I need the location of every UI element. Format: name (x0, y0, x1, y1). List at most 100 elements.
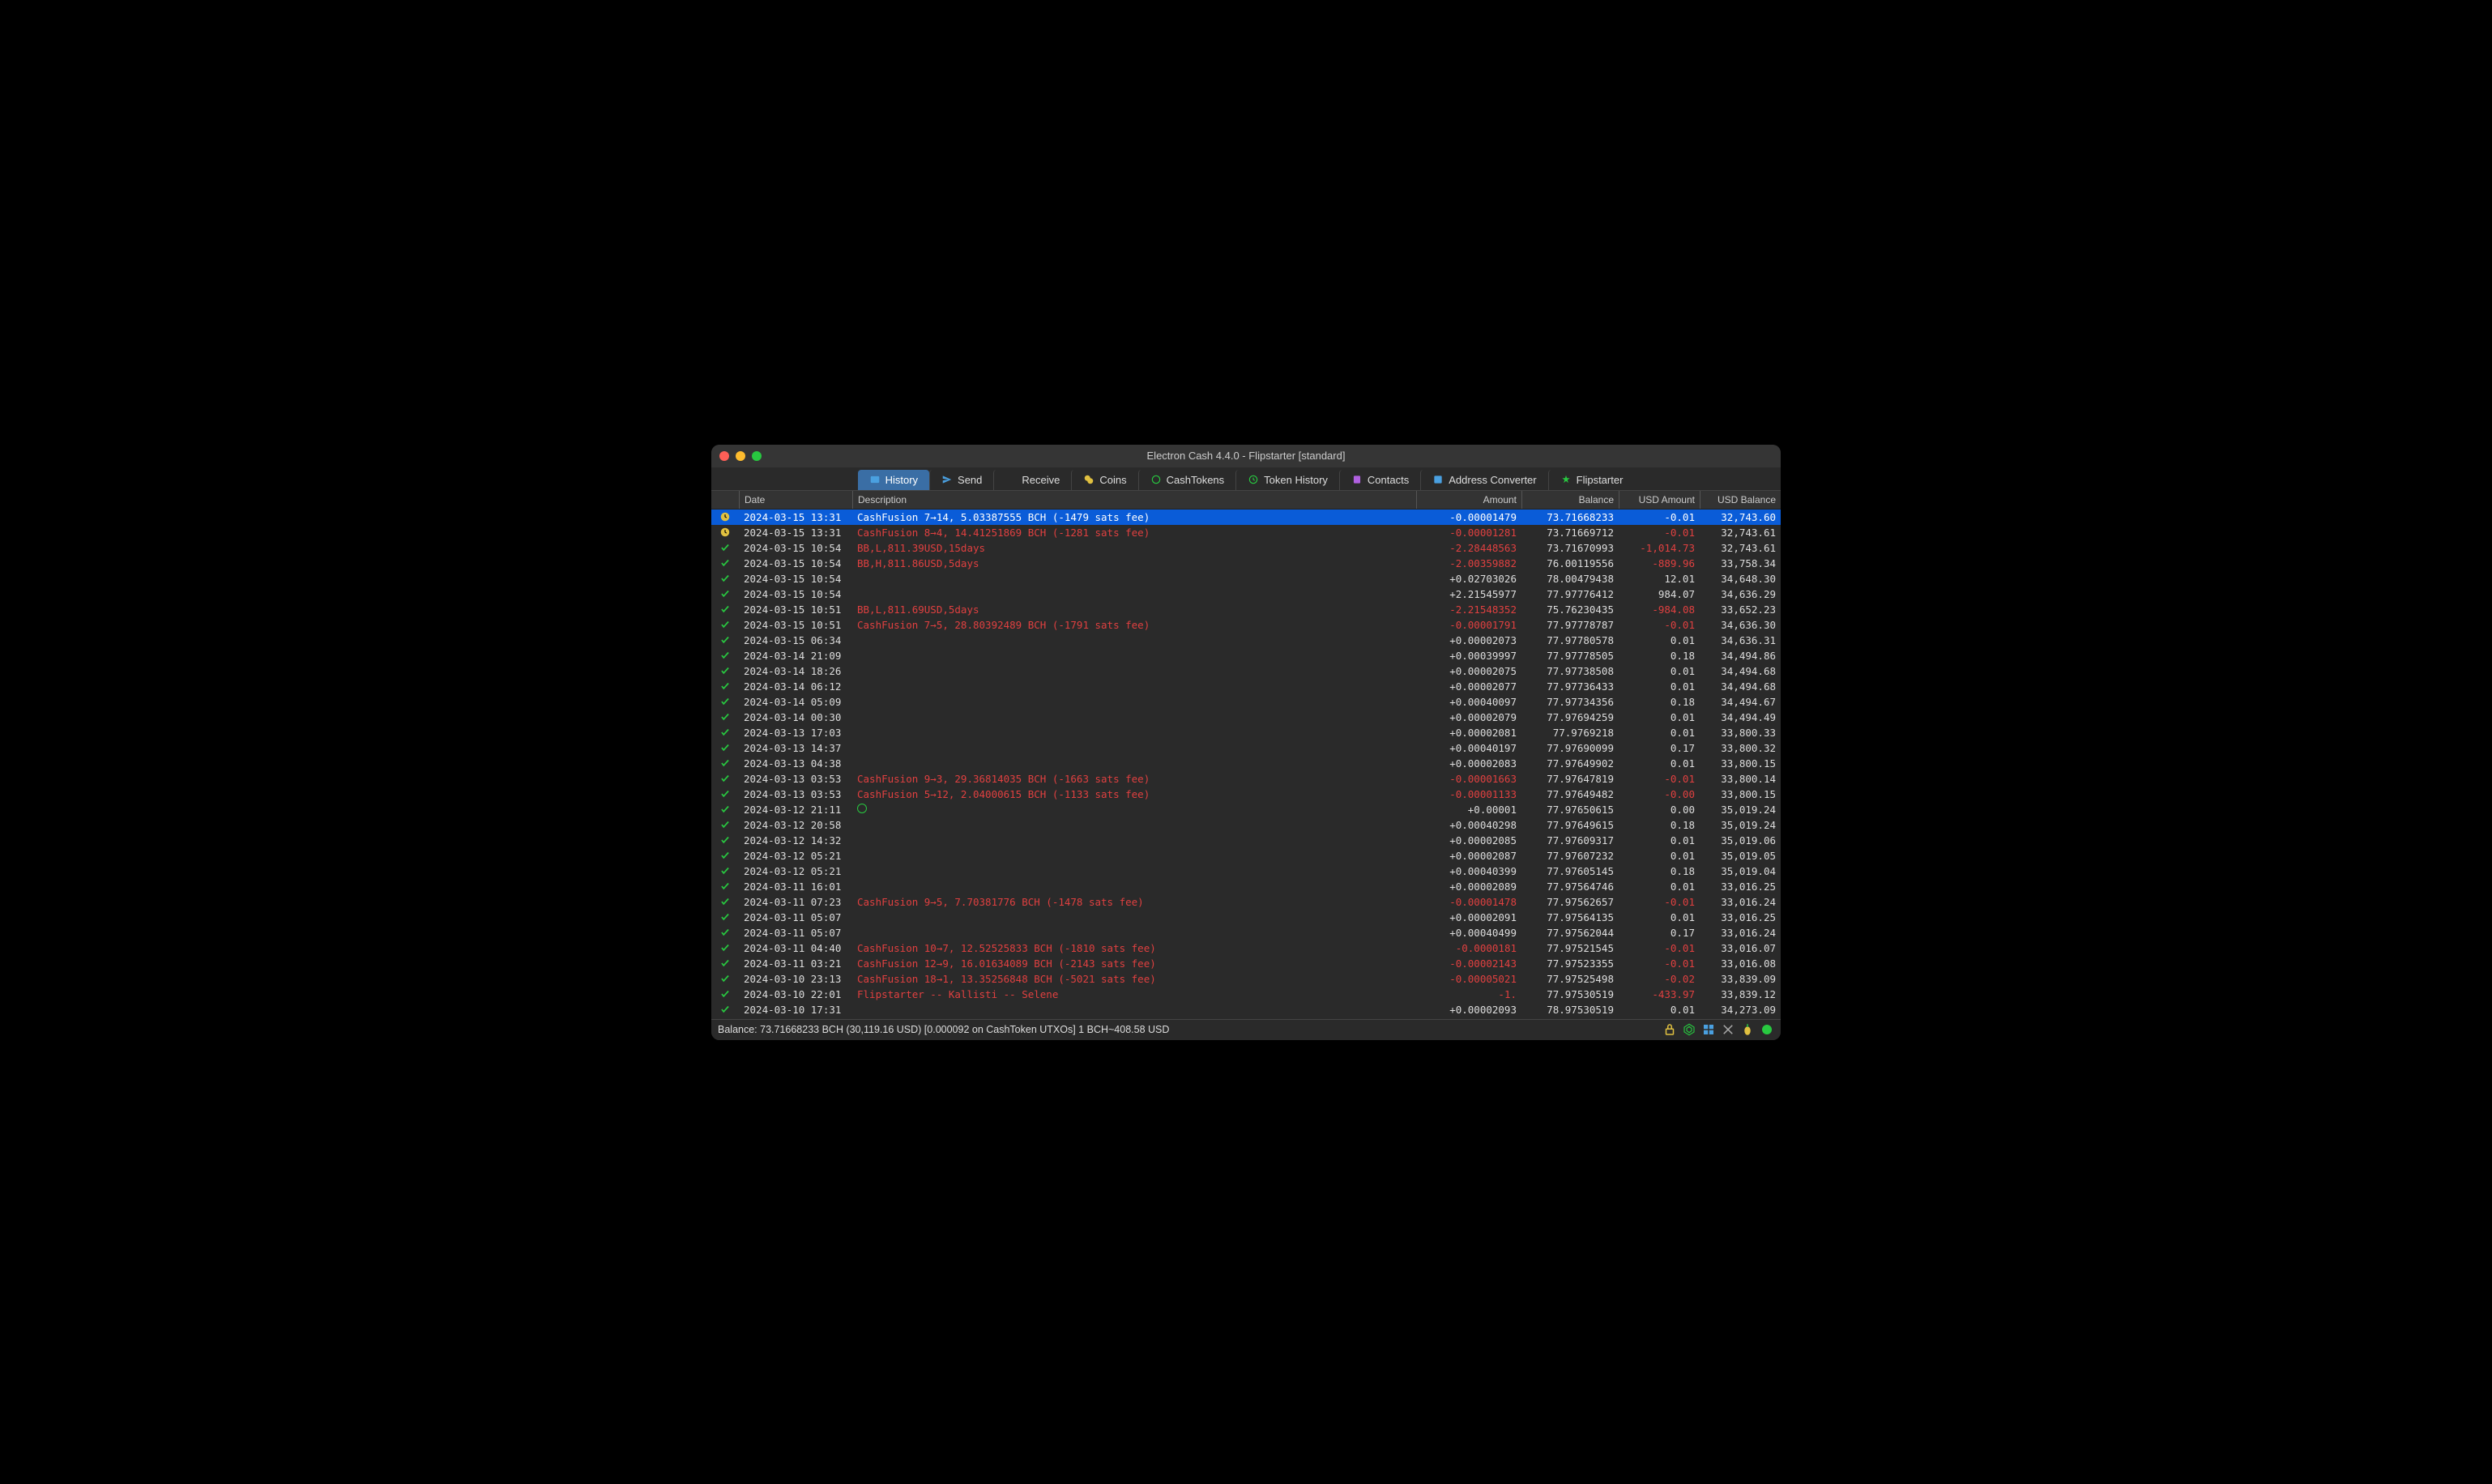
history-icon (869, 474, 881, 485)
tx-usd-amount: 0.18 (1619, 650, 1700, 662)
transaction-row[interactable]: 2024-03-15 10:51CashFusion 7→5, 28.80392… (711, 617, 1781, 633)
header-status[interactable] (711, 491, 739, 509)
tx-usd-amount: 0.01 (1619, 727, 1700, 739)
tab-address-converter[interactable]: Address Converter (1420, 470, 1547, 490)
tx-date: 2024-03-13 03:53 (739, 773, 852, 785)
transaction-row[interactable]: 2024-03-15 13:31CashFusion 7→14, 5.03387… (711, 510, 1781, 525)
tx-usd-amount: 0.01 (1619, 1004, 1700, 1016)
check-icon (711, 896, 739, 907)
tab-contacts[interactable]: Contacts (1339, 470, 1420, 490)
transaction-row[interactable]: 2024-03-12 05:21+0.0000208777.976072320.… (711, 848, 1781, 864)
tx-usd-amount: 0.01 (1619, 665, 1700, 677)
close-button[interactable] (719, 451, 729, 461)
transaction-row[interactable]: 2024-03-14 00:30+0.0000207977.976942590.… (711, 710, 1781, 725)
tx-date: 2024-03-12 05:21 (739, 850, 852, 862)
seed-icon[interactable] (1740, 1022, 1755, 1037)
tx-usd-balance: 33,758.34 (1700, 557, 1781, 569)
tx-date: 2024-03-14 06:12 (739, 680, 852, 693)
lock-icon[interactable] (1662, 1022, 1677, 1037)
transaction-row[interactable]: 2024-03-11 07:23CashFusion 9→5, 7.703817… (711, 894, 1781, 910)
tx-date: 2024-03-13 03:53 (739, 788, 852, 800)
token-circle-icon (857, 804, 867, 813)
status-bar: Balance: 73.71668233 BCH (30,119.16 USD)… (711, 1019, 1781, 1040)
transaction-row[interactable]: 2024-03-11 05:07+0.0000209177.975641350.… (711, 910, 1781, 925)
tab-label: Address Converter (1449, 474, 1536, 486)
transaction-row[interactable]: 2024-03-14 18:26+0.0000207577.977385080.… (711, 663, 1781, 679)
check-icon (711, 788, 739, 800)
transaction-row[interactable]: 2024-03-15 10:54BB,L,811.39USD,15days-2.… (711, 540, 1781, 556)
tx-usd-balance: 35,019.04 (1700, 865, 1781, 877)
header-amount[interactable]: Amount (1416, 491, 1521, 509)
transaction-row[interactable]: 2024-03-15 10:54+0.0270302678.0047943812… (711, 571, 1781, 586)
tx-balance: 77.97521545 (1521, 942, 1619, 954)
tx-usd-amount: -984.08 (1619, 603, 1700, 616)
check-icon (711, 650, 739, 661)
header-usd-amount[interactable]: USD Amount (1619, 491, 1700, 509)
tx-date: 2024-03-11 16:01 (739, 881, 852, 893)
tx-description: CashFusion 12→9, 16.01634089 BCH (-2143 … (852, 957, 1416, 970)
tx-description: CashFusion 18→1, 13.35256848 BCH (-5021 … (852, 973, 1416, 985)
tx-usd-balance: 35,019.24 (1700, 804, 1781, 816)
tx-balance: 77.97778787 (1521, 619, 1619, 631)
transaction-row[interactable]: 2024-03-10 22:01Flipstarter -- Kallisti … (711, 987, 1781, 1002)
cashfusion-icon[interactable] (1682, 1022, 1696, 1037)
transaction-row[interactable]: 2024-03-13 03:53CashFusion 5→12, 2.04000… (711, 787, 1781, 802)
transaction-row[interactable]: 2024-03-15 10:51BB,L,811.69USD,5days-2.2… (711, 602, 1781, 617)
transaction-row[interactable]: 2024-03-11 16:01+0.0000208977.975647460.… (711, 879, 1781, 894)
transaction-row[interactable]: 2024-03-15 13:31CashFusion 8→4, 14.41251… (711, 525, 1781, 540)
transaction-row[interactable]: 2024-03-15 10:54BB,H,811.86USD,5days-2.0… (711, 556, 1781, 571)
transaction-row[interactable]: 2024-03-13 04:38+0.0000208377.976499020.… (711, 756, 1781, 771)
minimize-button[interactable] (736, 451, 745, 461)
transaction-list[interactable]: 2024-03-15 13:31CashFusion 7→14, 5.03387… (711, 510, 1781, 1019)
transaction-row[interactable]: 2024-03-11 05:07+0.0004049977.975620440.… (711, 925, 1781, 940)
tab-receive[interactable]: Receive (993, 470, 1071, 490)
tx-description: BB,L,811.69USD,5days (852, 603, 1416, 616)
tab-token-history[interactable]: Token History (1235, 470, 1339, 490)
transaction-row[interactable]: 2024-03-11 03:21CashFusion 12→9, 16.0163… (711, 956, 1781, 971)
transaction-row[interactable]: 2024-03-13 14:37+0.0004019777.976900990.… (711, 740, 1781, 756)
header-description[interactable]: Description (852, 491, 1416, 509)
transaction-row[interactable]: 2024-03-12 21:11+0.0000177.976506150.003… (711, 802, 1781, 817)
tx-amount: -0.00001281 (1416, 527, 1521, 539)
tx-balance: 77.97736433 (1521, 680, 1619, 693)
maximize-button[interactable] (752, 451, 762, 461)
transaction-row[interactable]: 2024-03-15 06:34+0.0000207377.977805780.… (711, 633, 1781, 648)
tx-date: 2024-03-12 21:11 (739, 804, 852, 816)
transaction-row[interactable]: 2024-03-10 17:31+0.0000209378.975305190.… (711, 1002, 1781, 1017)
connection-status-icon[interactable] (1760, 1022, 1774, 1037)
tab-cashtokens[interactable]: CashTokens (1138, 470, 1236, 490)
transaction-row[interactable]: 2024-03-14 06:12+0.0000207777.977364330.… (711, 679, 1781, 694)
tab-flipstarter[interactable]: Flipstarter (1548, 470, 1635, 490)
tx-balance: 77.97605145 (1521, 865, 1619, 877)
transaction-row[interactable]: 2024-03-11 04:40CashFusion 10→7, 12.5252… (711, 940, 1781, 956)
preferences-icon[interactable] (1721, 1022, 1735, 1037)
transaction-row[interactable]: 2024-03-15 10:54+2.2154597777.9777641298… (711, 586, 1781, 602)
transaction-row[interactable]: 2024-03-14 21:09+0.0003999777.977785050.… (711, 648, 1781, 663)
transaction-row[interactable]: 2024-03-12 05:21+0.0004039977.976051450.… (711, 864, 1781, 879)
tx-amount: +0.00002085 (1416, 834, 1521, 846)
tx-description: CashFusion 10→7, 12.52525833 BCH (-1810 … (852, 942, 1416, 954)
header-date[interactable]: Date (739, 491, 852, 509)
header-usd-balance[interactable]: USD Balance (1700, 491, 1781, 509)
transaction-row[interactable]: 2024-03-12 20:58+0.0004029877.976496150.… (711, 817, 1781, 833)
tab-send[interactable]: Send (929, 470, 993, 490)
transaction-row[interactable]: 2024-03-13 17:03+0.0000208177.97692180.0… (711, 725, 1781, 740)
app-window: Electron Cash 4.4.0 - Flipstarter [stand… (711, 445, 1781, 1040)
tx-balance: 77.97694259 (1521, 711, 1619, 723)
tx-usd-amount: 0.17 (1619, 742, 1700, 754)
tab-coins[interactable]: Coins (1071, 470, 1137, 490)
network-icon[interactable] (1701, 1022, 1716, 1037)
tab-history[interactable]: History (858, 470, 929, 490)
tx-date: 2024-03-14 18:26 (739, 665, 852, 677)
transaction-row[interactable]: 2024-03-13 03:53CashFusion 9→3, 29.36814… (711, 771, 1781, 787)
tx-balance: 75.76230435 (1521, 603, 1619, 616)
tx-usd-amount: 12.01 (1619, 573, 1700, 585)
contacts-icon (1351, 474, 1363, 485)
header-balance[interactable]: Balance (1521, 491, 1619, 509)
transaction-row[interactable]: 2024-03-14 05:09+0.0004009777.977343560.… (711, 694, 1781, 710)
check-icon (711, 588, 739, 599)
transaction-row[interactable]: 2024-03-12 14:32+0.0000208577.976093170.… (711, 833, 1781, 848)
tx-usd-amount: 0.01 (1619, 711, 1700, 723)
tx-usd-balance: 33,016.08 (1700, 957, 1781, 970)
transaction-row[interactable]: 2024-03-10 23:13CashFusion 18→1, 13.3525… (711, 971, 1781, 987)
